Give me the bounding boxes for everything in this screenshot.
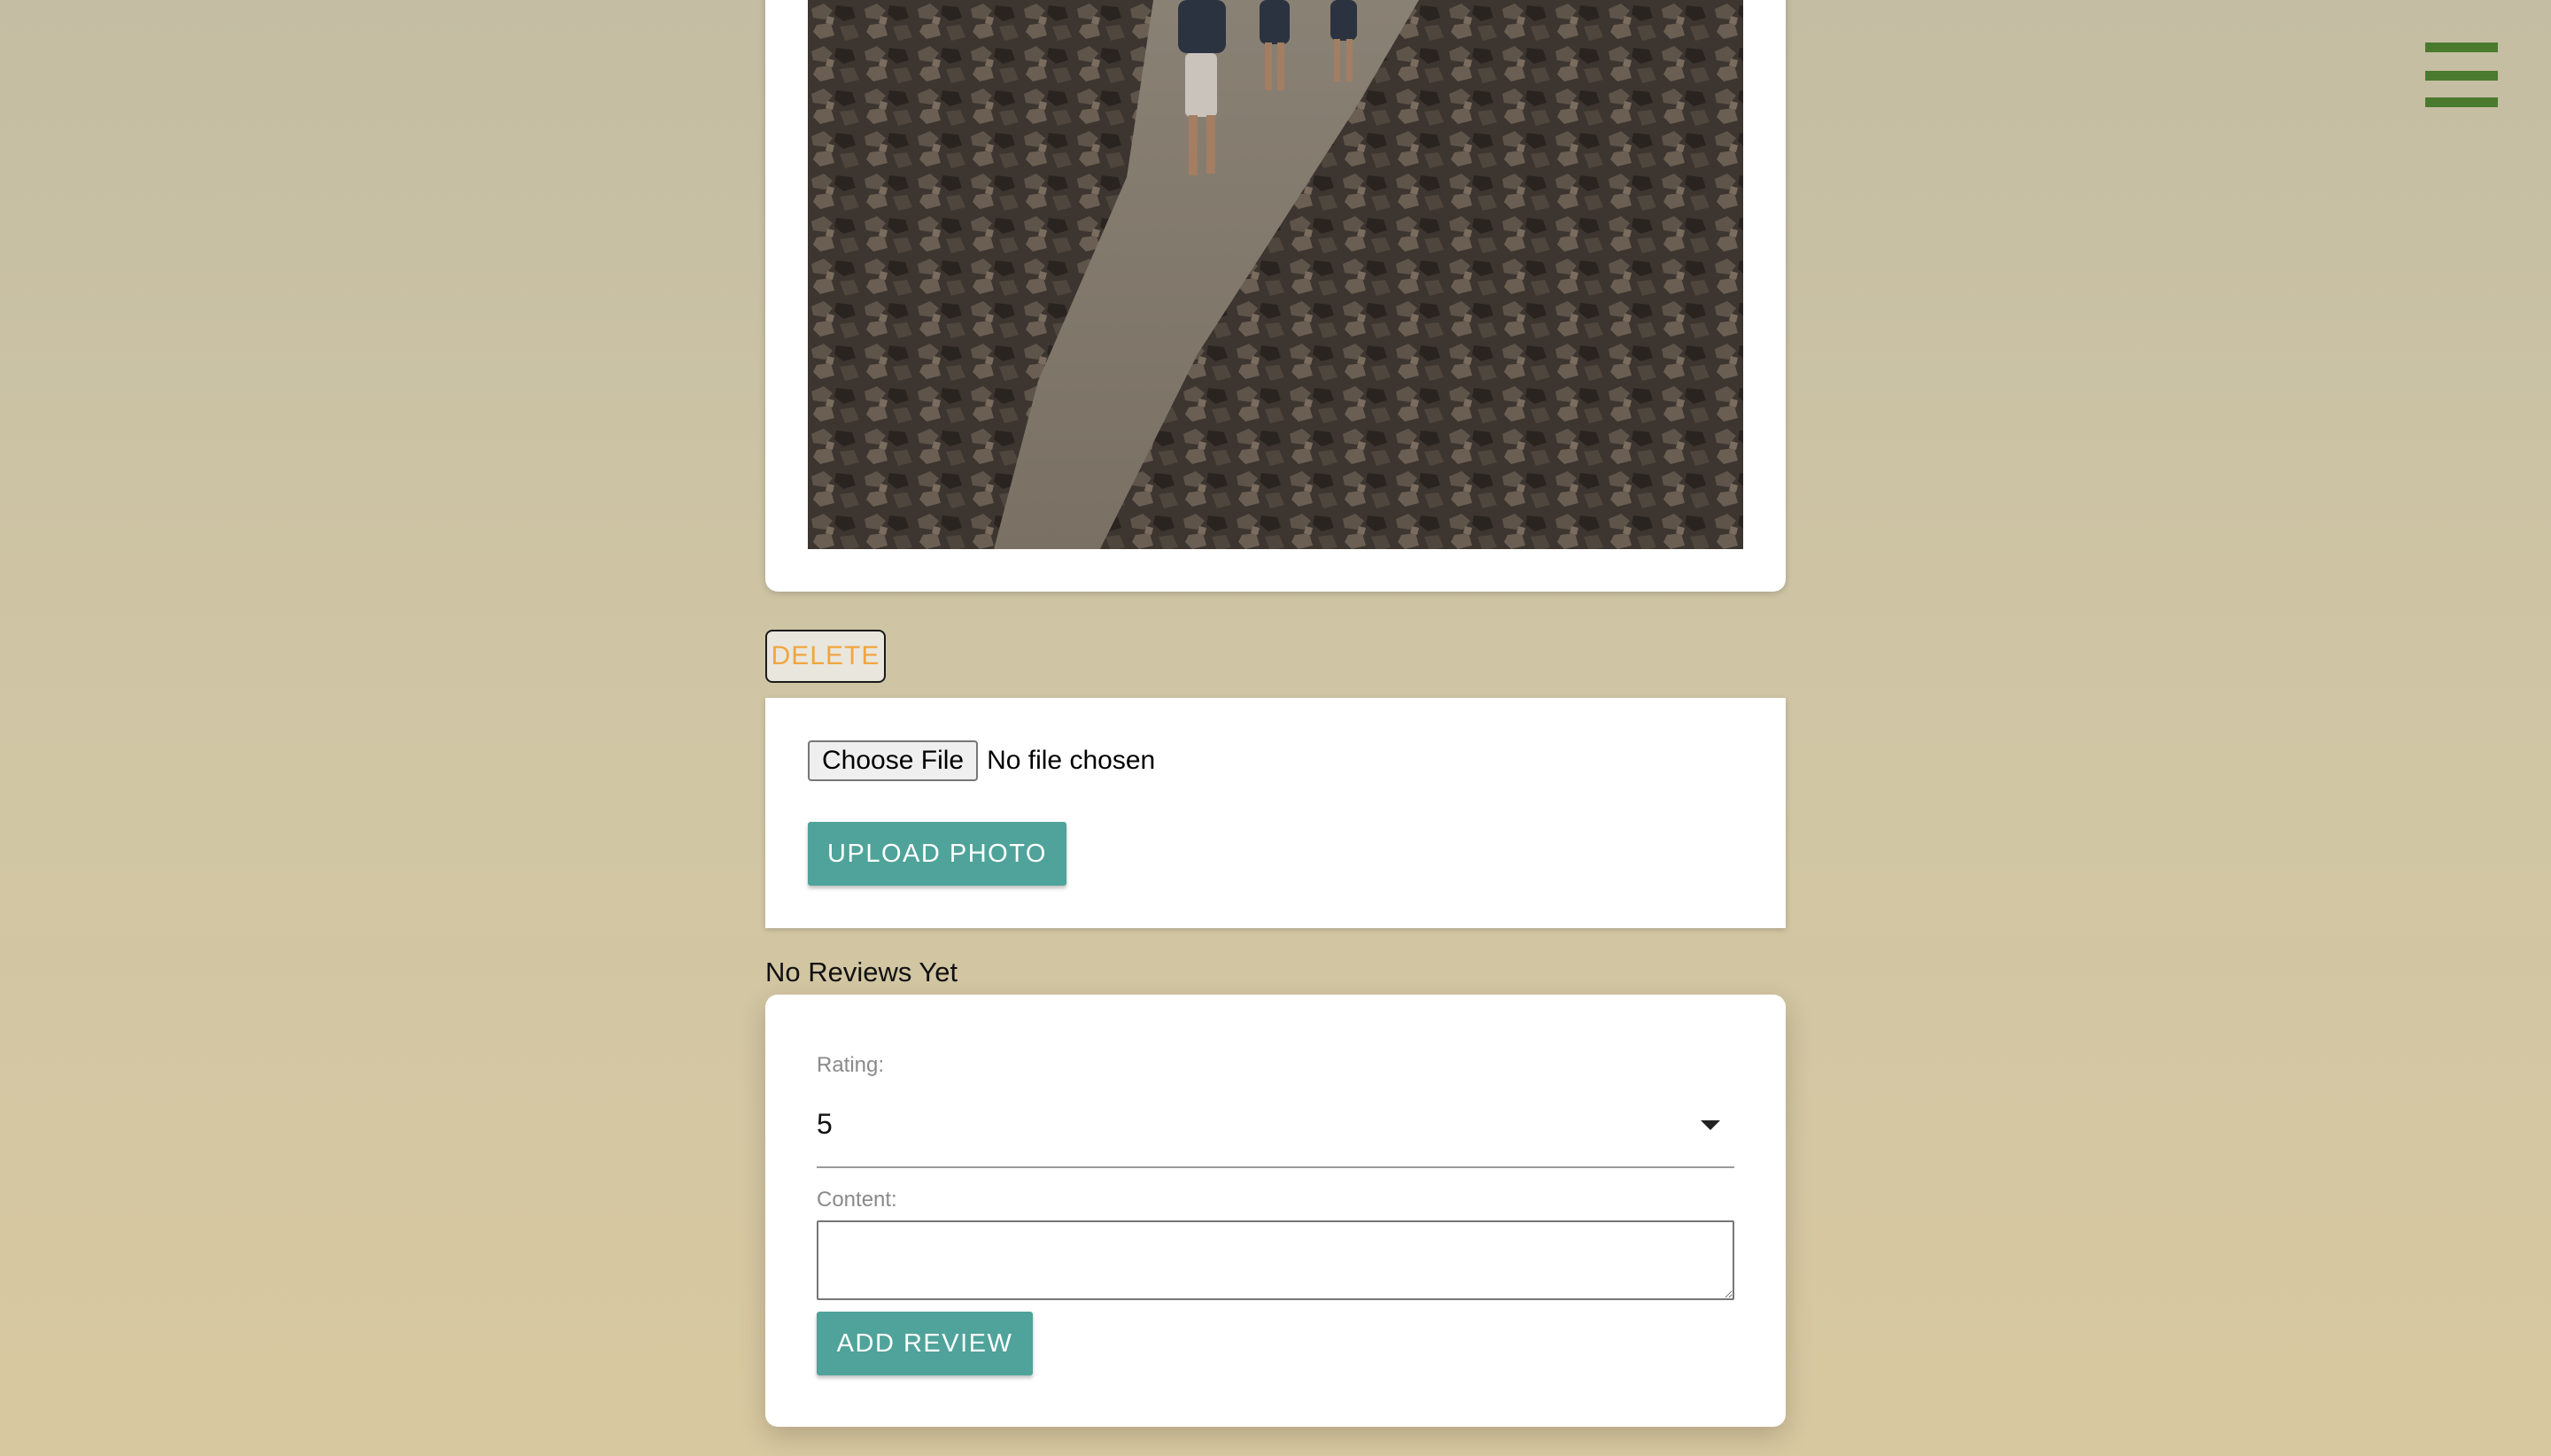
delete-button[interactable]: DELETE	[765, 630, 886, 683]
dropdown-caret-icon	[1701, 1120, 1720, 1130]
review-form: Rating: 5 Content: ADD REVIEW	[765, 995, 1786, 1427]
trail-photo	[808, 0, 1743, 549]
rating-selected-value: 5	[817, 1108, 833, 1140]
choose-file-button[interactable]: Choose File	[808, 740, 979, 781]
content-textarea[interactable]	[817, 1220, 1734, 1300]
upload-photo-form: Choose File No file chosen UPLOAD PHOTO	[765, 698, 1786, 928]
content-label: Content:	[817, 1188, 897, 1212]
menu-bar-top	[2425, 43, 2498, 52]
file-input[interactable]: Choose File No file chosen	[808, 740, 1155, 781]
menu-bar-middle	[2425, 71, 2498, 81]
photo-card	[765, 0, 1786, 592]
add-review-button[interactable]: ADD REVIEW	[817, 1312, 1033, 1375]
menu-bar-bottom	[2425, 97, 2498, 107]
upload-photo-button[interactable]: UPLOAD PHOTO	[808, 822, 1066, 886]
rating-label: Rating:	[817, 1053, 885, 1077]
file-status-text: No file chosen	[987, 746, 1156, 775]
no-reviews-text: No Reviews Yet	[765, 956, 958, 987]
hamburger-menu-icon[interactable]	[2425, 43, 2498, 108]
rating-select[interactable]: 5	[817, 1099, 1734, 1168]
